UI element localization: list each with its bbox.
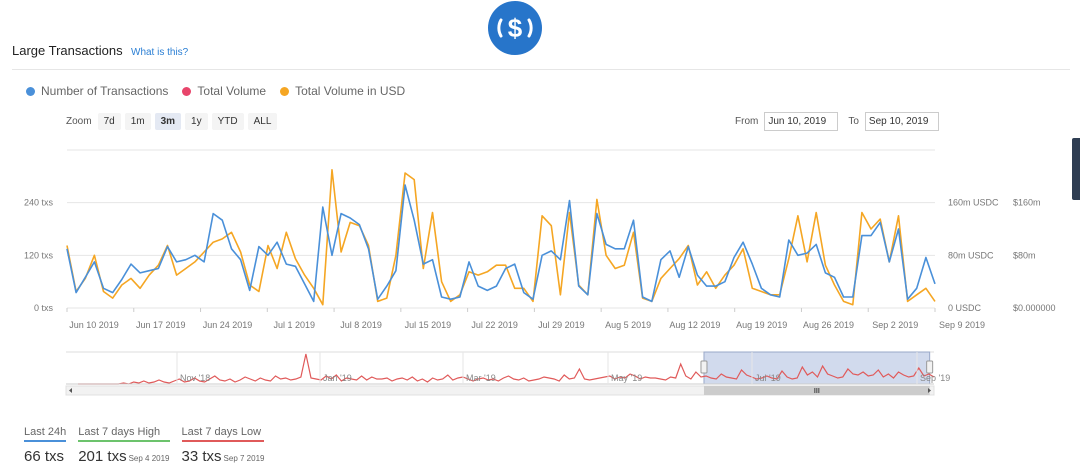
x-tick-label: Sep 9 2019 [939, 320, 985, 330]
section-header: Large Transactions What is this? [12, 43, 1070, 70]
navigator-tick-label: Sep '19 [920, 373, 950, 383]
navigator-tick-label: Jul '19 [755, 373, 781, 383]
stat-value: 33 txs [181, 448, 222, 465]
x-tick-label: Jul 29 2019 [538, 320, 585, 330]
main-chart[interactable]: 0 txs 120 txs 240 txs 0 USDC 80m USDC 160m US… [0, 0, 1080, 470]
y-left-tick-label: 0 txs [34, 303, 54, 313]
y-right-usd-tick-label: $0.000000 [1013, 303, 1056, 313]
scroll-left-arrow-icon [69, 388, 72, 393]
y-right-usdc-tick-label: 0 USDC [948, 303, 982, 313]
navigator-tick-label: Nov '18 [180, 373, 210, 383]
navigator-handle [700, 360, 708, 374]
stat-last-24h: Last 24h 66 txs [24, 426, 67, 465]
zoom-ytd-button[interactable]: YTD [211, 113, 244, 130]
what-is-this-link[interactable]: What is this? [131, 47, 188, 58]
x-tick-label: Aug 19 2019 [736, 320, 787, 330]
y-left-tick-label: 120 txs [24, 250, 54, 260]
x-tick-label: Sep 2 2019 [872, 320, 918, 330]
stat-label: Last 24h [24, 426, 67, 442]
chart-legend: Number of Transactions Total Volume Tota… [26, 84, 405, 98]
legend-item-volume[interactable]: Total Volume [182, 84, 266, 98]
y-left-tick-label: 240 txs [24, 198, 54, 208]
x-tick-label: Jun 24 2019 [203, 320, 253, 330]
zoom-selector: Zoom 7d 1m 3m 1y YTD ALL [66, 113, 278, 130]
stat-value: 201 txs [78, 448, 127, 465]
scroll-right-arrow-icon [928, 388, 931, 393]
navigator-line [78, 353, 935, 385]
to-date-input[interactable] [864, 112, 939, 131]
legend-label: Total Volume in USD [295, 84, 406, 98]
navigator-tick-label: Jan '19 [323, 373, 352, 383]
legend-dot-icon [182, 86, 192, 96]
y-right-usd-tick-label: $160m [1013, 198, 1041, 208]
svg-text:$: $ [508, 13, 523, 43]
x-tick-label: Jul 22 2019 [471, 320, 518, 330]
legend-item-transactions[interactable]: Number of Transactions [26, 84, 168, 98]
stat-label: Last 7 days High [78, 426, 170, 442]
y-right-usd-tick-label: $80m [1013, 250, 1036, 260]
date-range: From To [735, 112, 939, 131]
zoom-all-button[interactable]: ALL [247, 113, 278, 130]
stat-value: 66 txs [24, 448, 65, 465]
x-tick-label: Jun 17 2019 [136, 320, 186, 330]
zoom-3m-button[interactable]: 3m [154, 113, 182, 130]
series-line-volume-usd [66, 169, 936, 306]
legend-dot-icon [26, 86, 35, 96]
zoom-1m-button[interactable]: 1m [124, 113, 151, 130]
y-right-usdc-tick-label: 160m USDC [948, 198, 999, 208]
stat-label: Last 7 days Low [181, 426, 265, 442]
stat-date: Sep 7 2019 [223, 454, 265, 463]
navigator-handle [926, 360, 934, 374]
x-tick-label: Aug 5 2019 [605, 320, 651, 330]
from-date-input[interactable] [764, 112, 839, 131]
legend-dot-icon [280, 86, 290, 96]
side-scroll-tab[interactable] [1072, 138, 1080, 200]
zoom-1y-button[interactable]: 1y [185, 113, 208, 130]
x-tick-label: Jul 15 2019 [405, 320, 452, 330]
from-label: From [735, 116, 759, 127]
page-title: Large Transactions [12, 43, 123, 58]
stat-7d-high: Last 7 days High 201 txs Sep 4 2019 [78, 426, 170, 465]
y-right-usdc-tick-label: 80m USDC [948, 250, 994, 260]
zoom-7d-button[interactable]: 7d [97, 113, 121, 130]
navigator-tick-label: Mar '19 [466, 373, 496, 383]
legend-label: Number of Transactions [41, 84, 169, 98]
zoom-label: Zoom [66, 116, 92, 127]
x-tick-label: Jul 8 2019 [340, 320, 382, 330]
navigator-scrollbar-thumb [703, 386, 930, 395]
x-tick-label: Aug 26 2019 [803, 320, 854, 330]
stat-7d-low: Last 7 days Low 33 txs Sep 7 2019 [181, 426, 265, 465]
navigator-selection [703, 351, 931, 385]
stats-summary: Last 24h 66 txs Last 7 days High 201 txs… [24, 426, 265, 465]
legend-item-volume-usd[interactable]: Total Volume in USD [280, 84, 405, 98]
to-label: To [848, 116, 859, 127]
x-tick-label: Jul 1 2019 [274, 320, 316, 330]
navigator-tick-label: May '19 [611, 373, 642, 383]
stat-date: Sep 4 2019 [128, 454, 170, 463]
x-tick-label: Jun 10 2019 [69, 320, 119, 330]
navigator-scrollbar-track [65, 385, 935, 396]
legend-label: Total Volume [197, 84, 267, 98]
x-tick-label: Aug 12 2019 [669, 320, 720, 330]
series-line-transactions [66, 184, 936, 303]
